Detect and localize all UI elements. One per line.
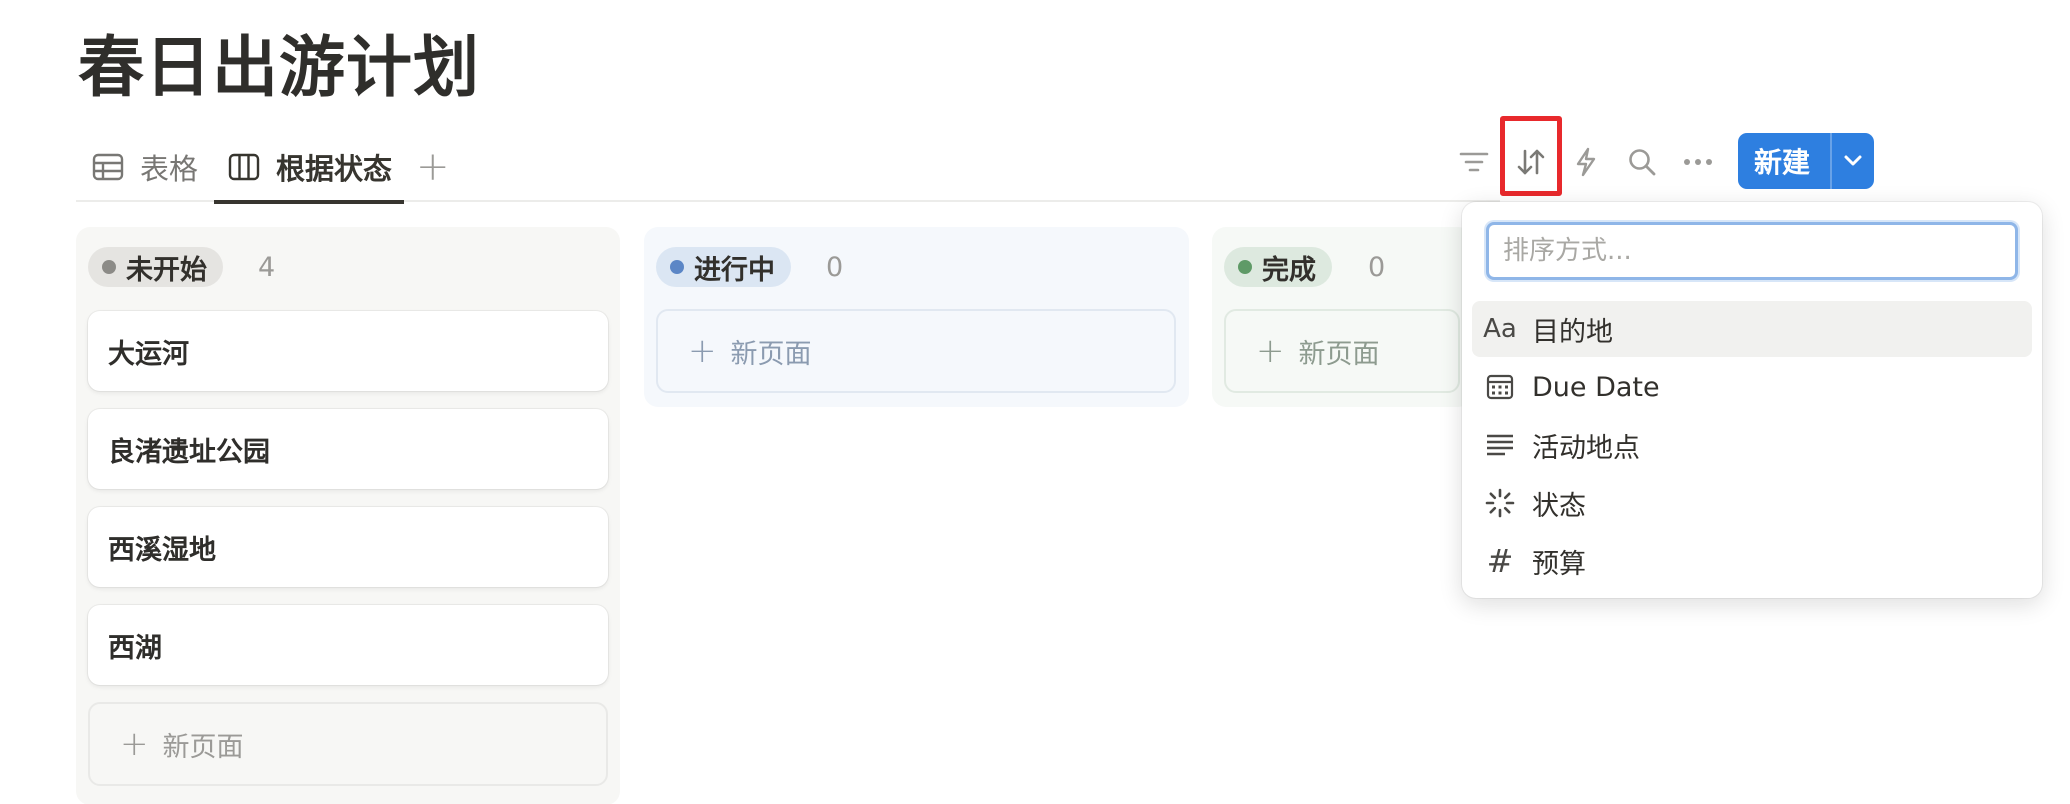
status-label: 进行中 [694, 254, 775, 286]
add-view-button[interactable]: + [416, 132, 450, 202]
new-page-button[interactable]: + 新页面 [656, 309, 1176, 393]
new-page-label: 新页面 [162, 731, 244, 763]
sort-option-status[interactable]: 状态 [1472, 475, 2032, 531]
board-card[interactable]: 西溪湿地 [88, 507, 608, 587]
calendar-icon [1472, 374, 1528, 400]
status-label: 完成 [1262, 254, 1316, 286]
new-page-label: 新页面 [1298, 338, 1380, 370]
new-button[interactable]: 新建 [1738, 133, 1874, 189]
number-icon: # [1486, 542, 1514, 580]
automation-button[interactable] [1560, 136, 1612, 188]
tab-label: 表格 [140, 152, 199, 186]
status-dot [1238, 260, 1252, 274]
column-count: 0 [1368, 251, 1386, 283]
board-card[interactable]: 良渚遗址公园 [88, 409, 608, 489]
lightning-icon [1576, 147, 1596, 177]
text-lines-icon [1472, 433, 1528, 457]
sort-search-input[interactable] [1486, 222, 2018, 280]
search-button[interactable] [1616, 136, 1668, 188]
sort-option-budget[interactable]: # 预算 [1472, 533, 2032, 589]
sort-dropdown: Aa 目的地 Due Date 活动地点 状态 # 预算 [1462, 202, 2042, 598]
status-badge[interactable]: 进行中 [656, 247, 791, 287]
board-icon [228, 153, 260, 181]
filter-icon [1459, 152, 1489, 172]
text-property-icon: Aa [1483, 314, 1517, 344]
status-badge[interactable]: 未开始 [88, 247, 223, 287]
more-icon [1684, 159, 1712, 165]
sort-option-label: 活动地点 [1532, 432, 1640, 464]
board-column-in-progress: 进行中 0 + 新页面 [644, 227, 1189, 407]
tab-label: 根据状态 [276, 152, 393, 186]
board-column-not-started: 未开始 4 大运河 良渚遗址公园 西溪湿地 西湖 + 新页面 [76, 227, 620, 804]
tab-table[interactable]: 表格 [92, 132, 198, 202]
new-page-button[interactable]: + 新页面 [88, 702, 608, 786]
sort-option-activity-location[interactable]: 活动地点 [1472, 417, 2032, 473]
plus-icon: + [688, 331, 717, 371]
search-icon [1629, 149, 1656, 176]
sort-button-highlight [1500, 116, 1562, 196]
status-label: 未开始 [126, 254, 207, 286]
board-card[interactable]: 西湖 [88, 605, 608, 685]
sort-option-label: Due Date [1532, 371, 1660, 403]
status-spinner-icon [1472, 488, 1528, 518]
filter-button[interactable] [1448, 136, 1500, 188]
view-tabs: 表格 根据状态 + [76, 132, 1500, 204]
sort-option-due-date[interactable]: Due Date [1472, 359, 2032, 415]
plus-icon: + [1256, 331, 1285, 371]
board-column-done: 完成 0 + 新页面 [1212, 227, 1472, 407]
sort-option-label: 状态 [1532, 490, 1586, 522]
plus-icon: + [416, 144, 450, 190]
plus-icon: + [120, 724, 149, 764]
column-count: 0 [826, 251, 844, 283]
more-button[interactable] [1672, 136, 1724, 188]
new-page-button[interactable]: + 新页面 [1224, 309, 1460, 393]
sort-option-label: 预算 [1532, 548, 1586, 580]
sort-option-label: 目的地 [1532, 316, 1613, 348]
column-count: 4 [258, 251, 276, 283]
board-card[interactable]: 大运河 [88, 311, 608, 391]
status-badge[interactable]: 完成 [1224, 247, 1332, 287]
new-page-label: 新页面 [730, 338, 812, 370]
new-button-label: 新建 [1754, 146, 1811, 179]
tab-board[interactable]: 根据状态 [214, 132, 405, 204]
chevron-down-icon[interactable] [1832, 154, 1874, 168]
status-dot [102, 260, 116, 274]
status-dot [670, 260, 684, 274]
sort-option-destination[interactable]: Aa 目的地 [1472, 301, 2032, 357]
table-icon [92, 153, 124, 181]
page-title: 春日出游计划 [78, 29, 480, 106]
